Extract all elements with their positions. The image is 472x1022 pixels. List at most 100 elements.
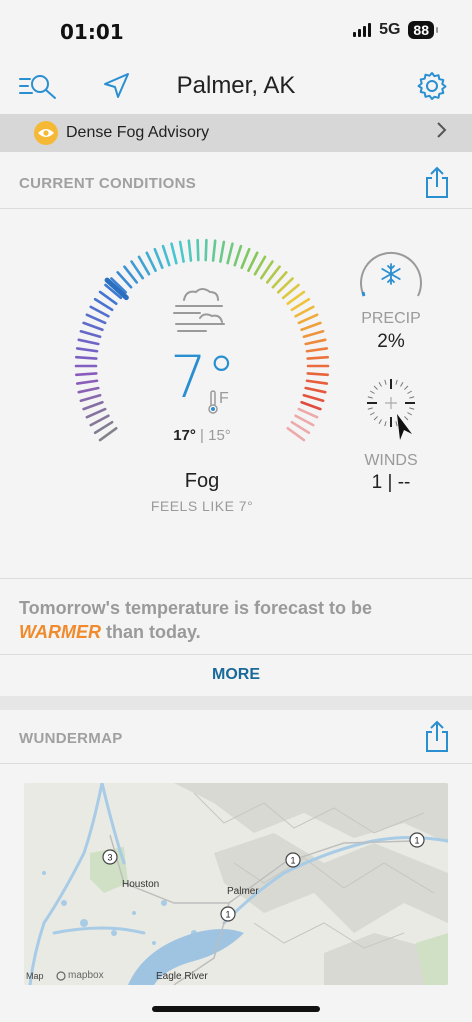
forecast-note: Tomorrow's temperature is forecast to be… (19, 596, 439, 644)
gauge-tick (294, 414, 315, 427)
gauge-tick (178, 240, 185, 263)
gauge-tick (153, 247, 164, 270)
unit-label: F (219, 390, 229, 407)
divider (0, 654, 472, 655)
gauge-tick (240, 247, 251, 270)
compass-tick (400, 381, 404, 387)
gauge-tick (204, 238, 208, 262)
route-number: 1 (225, 910, 230, 920)
share-icon (426, 166, 448, 198)
compass-tick (404, 385, 409, 390)
fog-cloud-icon (173, 288, 225, 332)
separator: | (200, 427, 204, 444)
share-current-button[interactable] (424, 166, 450, 205)
compass-tick (384, 379, 387, 385)
home-indicator (152, 1006, 320, 1012)
compass-tick (407, 390, 413, 394)
gauge-tick (82, 400, 104, 411)
gauge-tick (170, 242, 178, 265)
gauge-tick (290, 297, 311, 312)
route-marker: 1 (409, 832, 425, 853)
wind-direction-arrow (397, 414, 412, 440)
gauge-tick (93, 297, 114, 312)
gauge-tick (98, 427, 118, 442)
gauge-tick (294, 305, 315, 318)
gauge-tick (79, 393, 102, 403)
gauge-tick (259, 260, 274, 280)
gauge-tick (93, 420, 114, 435)
mapbox-label: mapbox (68, 970, 104, 981)
precip-gauge[interactable] (356, 242, 426, 304)
compass-tick (395, 421, 398, 427)
status-time: 01:01 (60, 20, 124, 44)
share-icon (426, 720, 448, 752)
route-marker: 1 (220, 906, 236, 927)
gauge-tick (196, 238, 200, 262)
gauge-tick (233, 244, 243, 267)
location-title[interactable]: Palmer, AK (0, 72, 472, 100)
signal-icon (353, 23, 372, 37)
gauge-tick (305, 379, 329, 385)
advisory-banner[interactable]: Dense Fog Advisory (0, 114, 472, 152)
share-map-button[interactable] (424, 720, 450, 759)
compass-tick (409, 407, 415, 410)
mapbox-logo: mapbox (56, 970, 104, 981)
gauge-tick (304, 338, 327, 346)
gauge-tick (211, 239, 217, 262)
more-button[interactable]: MORE (0, 666, 472, 684)
divider (0, 578, 472, 579)
compass-tick (373, 416, 378, 421)
compass-tick (369, 390, 375, 394)
gauge-tick (247, 251, 259, 273)
snowflake-icon (381, 263, 401, 285)
gauge-tick (79, 329, 102, 339)
gauge-tick (77, 386, 100, 394)
gauge-tick (187, 239, 193, 262)
chevron-right-icon (436, 121, 448, 145)
gauge-tick (286, 427, 306, 442)
place-label-palmer: Palmer (227, 886, 259, 897)
wundermap-title: WUNDERMAP (19, 730, 123, 747)
settings-button[interactable] (412, 70, 452, 102)
gauge-tick (253, 255, 267, 276)
gauge-tick (306, 355, 329, 360)
wind-compass[interactable] (362, 374, 420, 440)
forecast-note-text: Tomorrow's temperature is forecast to be (19, 598, 373, 618)
gauge-tick (300, 321, 322, 332)
gauge-tick (85, 407, 107, 419)
gauge-tick (297, 313, 319, 325)
compass-tick (373, 385, 378, 390)
gauge-tick (290, 420, 311, 435)
route-marker: 1 (285, 852, 301, 873)
compass-tick (407, 412, 413, 416)
forecast-note-suffix: than today. (101, 622, 201, 642)
place-label-houston: Houston (122, 879, 160, 890)
gauge-tick (82, 321, 104, 332)
high-temp: 17° (173, 427, 196, 444)
gauge-tick (219, 240, 226, 263)
map-attribution: Map (26, 971, 44, 981)
route-number: 1 (414, 836, 419, 846)
unit-indicator: F (208, 390, 229, 414)
gauge-tick (77, 338, 100, 346)
winds-label: WINDS (364, 452, 418, 469)
divider (0, 208, 472, 209)
condition-text: Fog (184, 470, 220, 492)
precip-label: PRECIP (361, 310, 421, 327)
compass-tick (384, 421, 387, 427)
gauge-tick (75, 347, 99, 353)
feels-like-text: FEELS LIKE 7° (150, 498, 254, 514)
gauge-tick (161, 244, 171, 267)
divider (0, 763, 472, 764)
gauge-tick (89, 414, 110, 427)
route-marker: 3 (102, 849, 118, 870)
gauge-tick (300, 400, 322, 411)
compass-tick (404, 416, 409, 421)
gauge-tick (302, 329, 325, 339)
gauge-tick (297, 407, 319, 419)
route-number: 3 (107, 853, 112, 863)
gauge-tick (302, 393, 325, 403)
wundermap[interactable]: 3 1 1 1 Houston Palmer Eagle River Map m… (24, 783, 448, 985)
gauge-tick (304, 386, 327, 394)
winds-value: 1 | -- (371, 472, 411, 493)
